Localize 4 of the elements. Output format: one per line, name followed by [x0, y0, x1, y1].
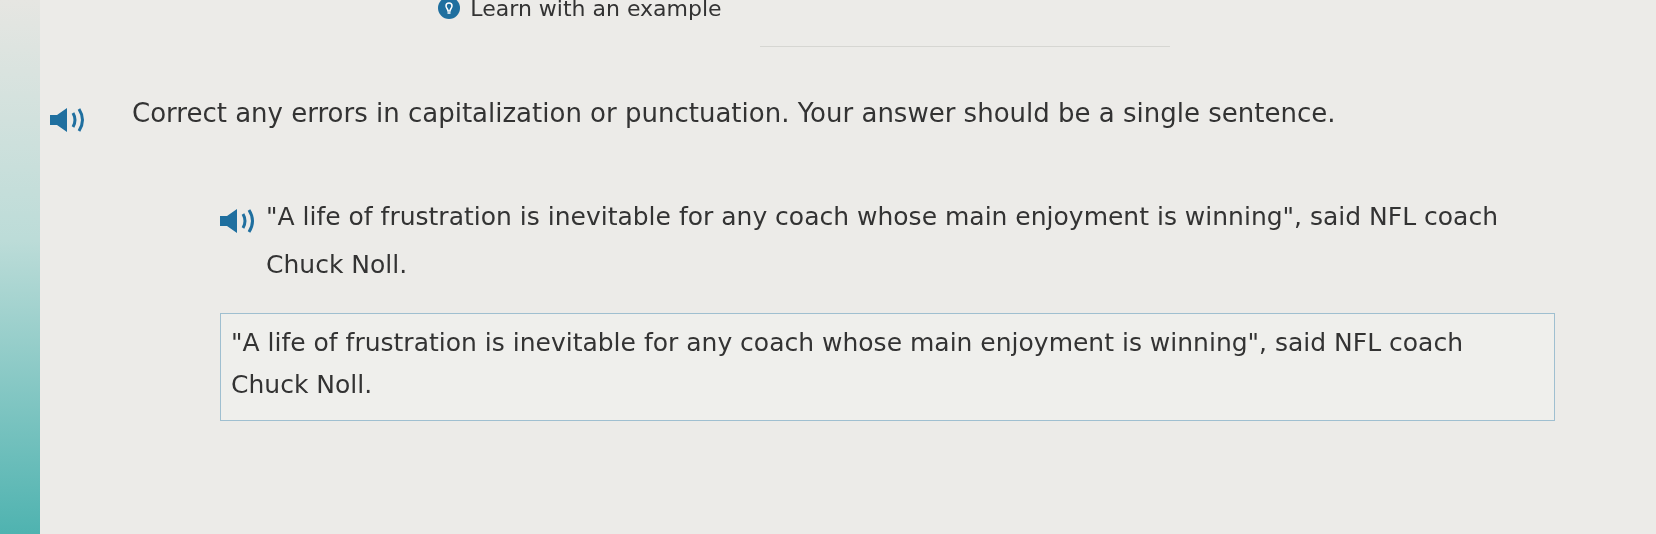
lightbulb-icon: [438, 0, 461, 19]
instruction-text: Correct any errors in capitalization or punctuation. Your answer should be a single sentence.: [132, 98, 1336, 128]
prompt-sentence: "A life of frustration is inevitable for any coach whose main enjoyment is winning", said NFL coach Chuck Noll.: [266, 202, 1499, 279]
answer-box[interactable]: "A life of frustration is inevitable for any coach whose main enjoyment is winning", said NFL coach Chuck Noll.: [220, 313, 1555, 421]
